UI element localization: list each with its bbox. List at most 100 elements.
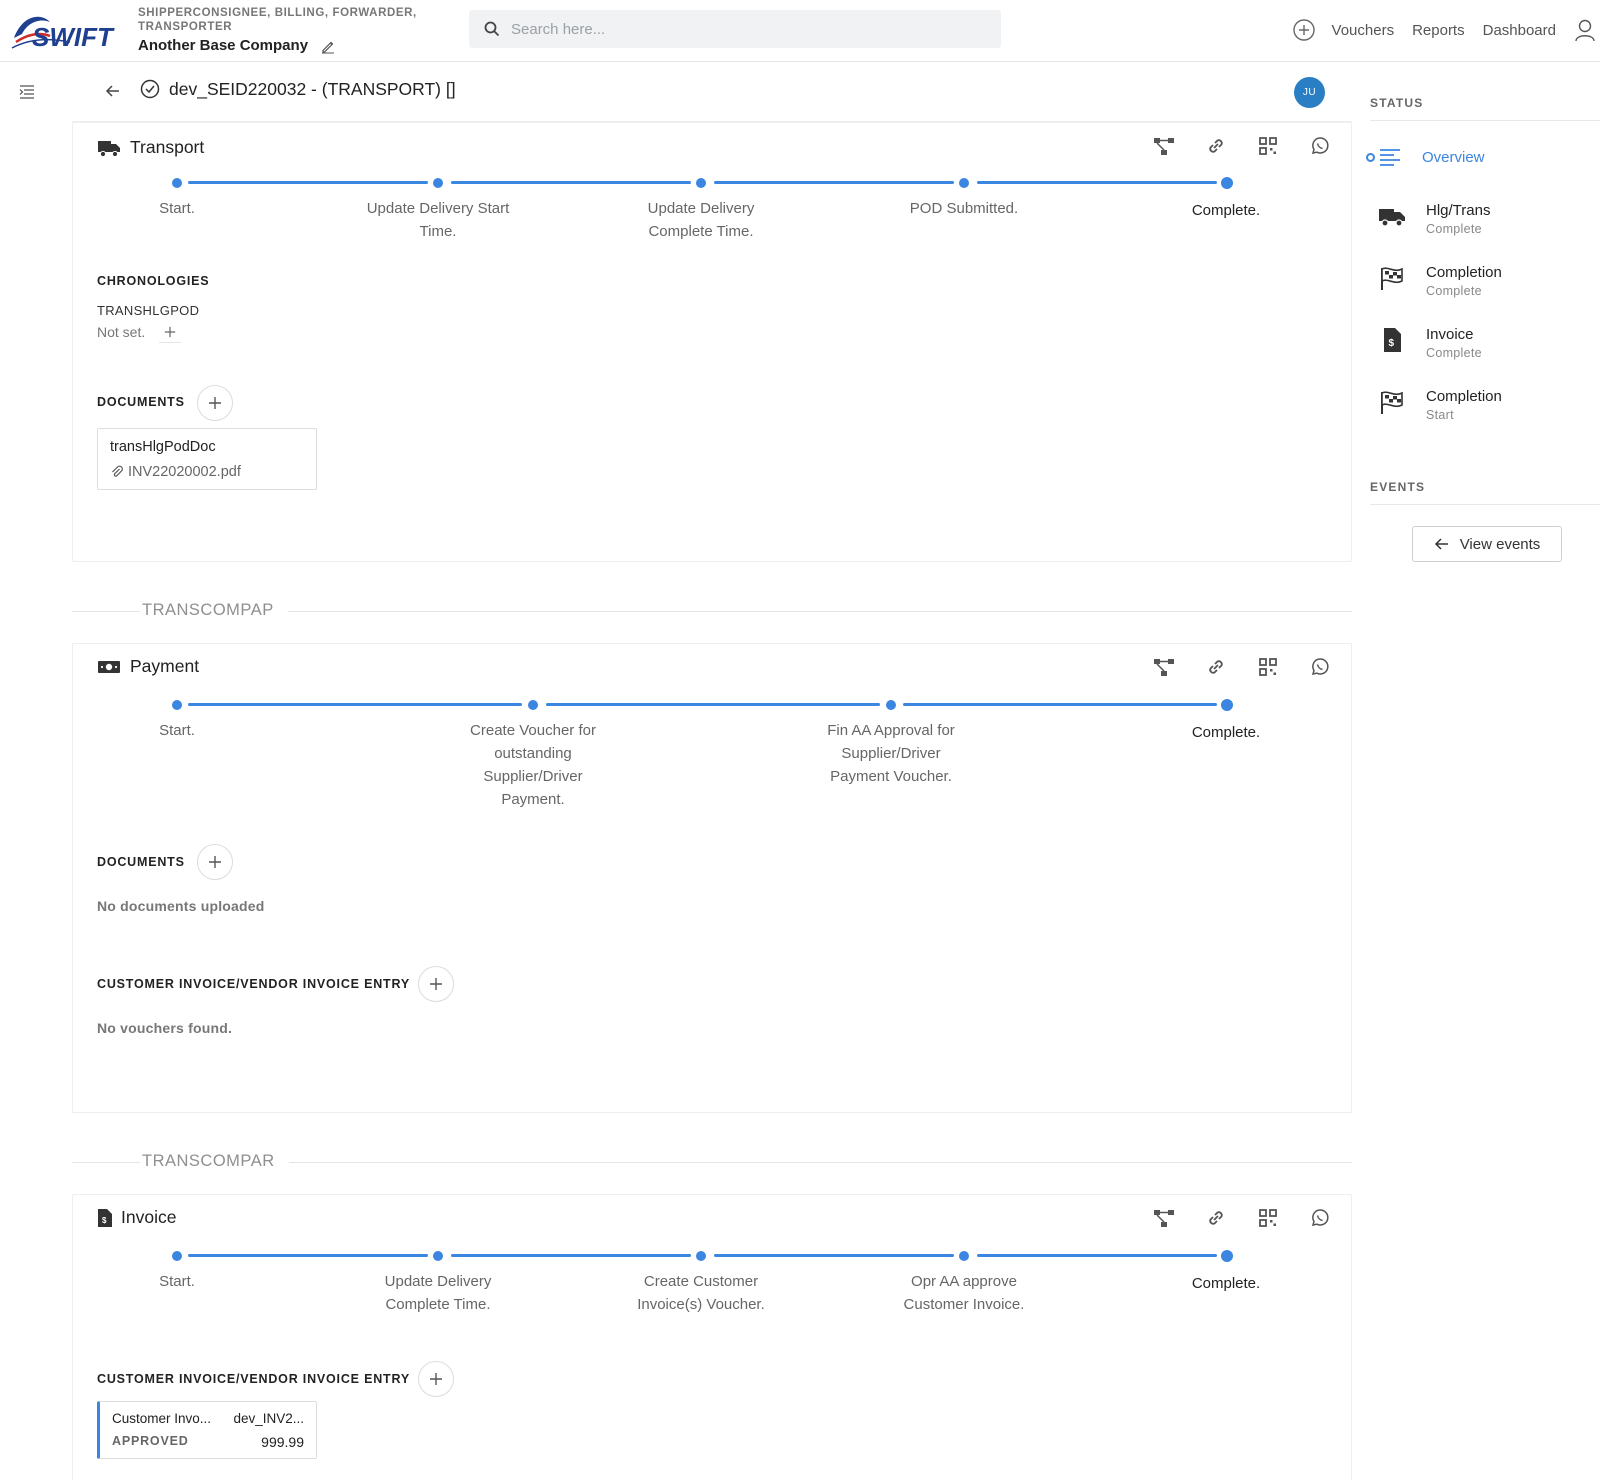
document-card[interactable]: transHlgPodDoc INV22020002.pdf bbox=[97, 428, 317, 490]
step-label: Create Customer Invoice(s) Voucher. bbox=[637, 1273, 765, 1313]
invoice-card: $ Invoice Start. Update Delivery Complet… bbox=[72, 1194, 1352, 1480]
transport-card: Transport Start. Update Delivery Start T… bbox=[72, 122, 1352, 562]
avatar[interactable]: JU bbox=[1294, 77, 1325, 108]
search-bar[interactable] bbox=[469, 10, 1001, 48]
step-dot[interactable] bbox=[696, 178, 706, 188]
company-switcher: SHIPPERCONSIGNEE, BILLING, FORWARDER, TR… bbox=[138, 6, 438, 54]
status-heading: STATUS bbox=[1370, 96, 1424, 110]
status-item-invoice[interactable]: $ Invoice Complete bbox=[1370, 326, 1482, 360]
search-icon bbox=[483, 20, 501, 38]
menu-toggle-icon[interactable] bbox=[18, 84, 36, 100]
step-label: Complete. bbox=[1191, 1275, 1261, 1292]
page-titlebar: dev_SEID220032 - (TRANSPORT) [] JU bbox=[72, 62, 1352, 122]
step-dot[interactable] bbox=[433, 1251, 443, 1261]
add-voucher-button[interactable] bbox=[418, 1361, 454, 1397]
group-divider: TRANSCOMPAP bbox=[72, 601, 1352, 621]
status-item-title: Hlg/Trans bbox=[1426, 202, 1491, 219]
arrow-left-icon[interactable] bbox=[104, 82, 122, 100]
company-name: Another Base Company bbox=[138, 37, 309, 54]
status-item-sub: Complete bbox=[1426, 284, 1482, 298]
step-label: Create Voucher for outstanding Supplier/… bbox=[470, 722, 596, 808]
view-events-label: View events bbox=[1459, 535, 1541, 553]
add-document-button[interactable] bbox=[197, 385, 233, 421]
step-label: Complete. bbox=[1191, 724, 1261, 741]
chronology-value: Not set. bbox=[97, 324, 146, 340]
list-lines-icon bbox=[1378, 148, 1402, 166]
step-dot[interactable] bbox=[959, 178, 969, 188]
card-title: Payment bbox=[130, 656, 200, 676]
status-item-title: Completion bbox=[1426, 264, 1502, 281]
active-dot-icon bbox=[1366, 152, 1375, 162]
view-events-button[interactable]: View events bbox=[1412, 526, 1562, 562]
link-icon[interactable] bbox=[1205, 135, 1227, 157]
payment-card: Payment Start. Create Voucher for outsta… bbox=[72, 643, 1352, 1113]
truck-icon bbox=[1378, 202, 1406, 230]
add-document-button[interactable] bbox=[197, 844, 233, 880]
whatsapp-icon[interactable] bbox=[1309, 1207, 1331, 1229]
step-dot[interactable] bbox=[959, 1251, 969, 1261]
add-voucher-button[interactable] bbox=[418, 966, 454, 1002]
pencil-icon[interactable] bbox=[320, 38, 336, 54]
nav-reports[interactable]: Reports bbox=[1412, 22, 1465, 39]
whatsapp-icon[interactable] bbox=[1309, 135, 1331, 157]
nav-dashboard[interactable]: Dashboard bbox=[1483, 22, 1556, 39]
group-label: TRANSCOMPAP bbox=[140, 601, 288, 620]
svg-text:$: $ bbox=[1389, 338, 1395, 349]
step-label: Opr AA approve Customer Invoice. bbox=[903, 1273, 1025, 1313]
status-item-sub: Complete bbox=[1426, 222, 1482, 236]
step-label: Update Delivery Complete Time. bbox=[384, 1273, 492, 1313]
status-item-title: Completion bbox=[1426, 388, 1502, 405]
page-title: dev_SEID220032 - (TRANSPORT) [] bbox=[169, 79, 456, 99]
add-circle-icon[interactable] bbox=[1292, 18, 1316, 42]
voucher-type: Customer Invo... bbox=[112, 1411, 212, 1426]
checkered-flag-icon bbox=[1378, 264, 1406, 292]
flow-icon[interactable] bbox=[1153, 135, 1175, 157]
flow-icon[interactable] bbox=[1153, 1207, 1175, 1229]
document-name: transHlgPodDoc bbox=[110, 439, 216, 455]
search-input[interactable] bbox=[511, 20, 971, 38]
link-icon[interactable] bbox=[1205, 656, 1227, 678]
status-item-hlg-trans[interactable]: Hlg/Trans Complete bbox=[1370, 202, 1490, 236]
whatsapp-icon[interactable] bbox=[1309, 656, 1331, 678]
step-label: Start. bbox=[159, 200, 195, 217]
invoice-stepper: Start. Update Delivery Complete Time. Cr… bbox=[97, 1250, 1333, 1330]
status-item-sub: Complete bbox=[1426, 346, 1482, 360]
document-file-link[interactable]: INV22020002.pdf bbox=[128, 464, 241, 480]
step-dot[interactable] bbox=[528, 700, 538, 710]
nav-vouchers[interactable]: Vouchers bbox=[1332, 22, 1395, 39]
group-label: TRANSCOMPAR bbox=[140, 1152, 289, 1171]
empty-documents-text: No documents uploaded bbox=[97, 898, 265, 914]
status-item-completion-start[interactable]: Completion Start bbox=[1370, 388, 1502, 422]
step-dot[interactable] bbox=[1221, 177, 1233, 189]
step-dot[interactable] bbox=[172, 178, 182, 188]
step-dot[interactable] bbox=[172, 1251, 182, 1261]
step-dot[interactable] bbox=[886, 700, 896, 710]
qr-code-icon[interactable] bbox=[1257, 656, 1279, 678]
swift-logo[interactable]: SWIFT bbox=[10, 8, 125, 56]
qr-code-icon[interactable] bbox=[1257, 135, 1279, 157]
link-icon[interactable] bbox=[1205, 1207, 1227, 1229]
voucher-card[interactable]: Customer Invo... dev_INV2... APPROVED 99… bbox=[97, 1401, 317, 1459]
step-dot[interactable] bbox=[172, 700, 182, 710]
status-item-completion[interactable]: Completion Complete bbox=[1370, 264, 1502, 298]
step-label: Complete. bbox=[1191, 202, 1261, 219]
invoice-icon: $ bbox=[97, 1208, 113, 1228]
flow-icon[interactable] bbox=[1153, 656, 1175, 678]
plus-icon[interactable] bbox=[159, 321, 182, 343]
overview-link[interactable]: Overview bbox=[1366, 148, 1485, 166]
documents-heading: DOCUMENTS bbox=[97, 855, 185, 869]
step-dot[interactable] bbox=[696, 1251, 706, 1261]
voucher-ref: dev_INV2... bbox=[233, 1411, 304, 1426]
step-dot[interactable] bbox=[433, 178, 443, 188]
user-icon[interactable] bbox=[1574, 18, 1596, 42]
check-circle-icon bbox=[140, 79, 160, 99]
step-dot[interactable] bbox=[1221, 1250, 1233, 1262]
empty-vouchers-text: No vouchers found. bbox=[97, 1020, 233, 1036]
top-nav: Vouchers Reports Dashboard bbox=[1292, 12, 1600, 48]
step-dot[interactable] bbox=[1221, 699, 1233, 711]
chronologies-heading: CHRONOLOGIES bbox=[97, 274, 210, 288]
cash-icon bbox=[97, 657, 121, 677]
group-divider: TRANSCOMPAR bbox=[72, 1152, 1352, 1172]
card-title: Invoice bbox=[121, 1207, 177, 1227]
qr-code-icon[interactable] bbox=[1257, 1207, 1279, 1229]
